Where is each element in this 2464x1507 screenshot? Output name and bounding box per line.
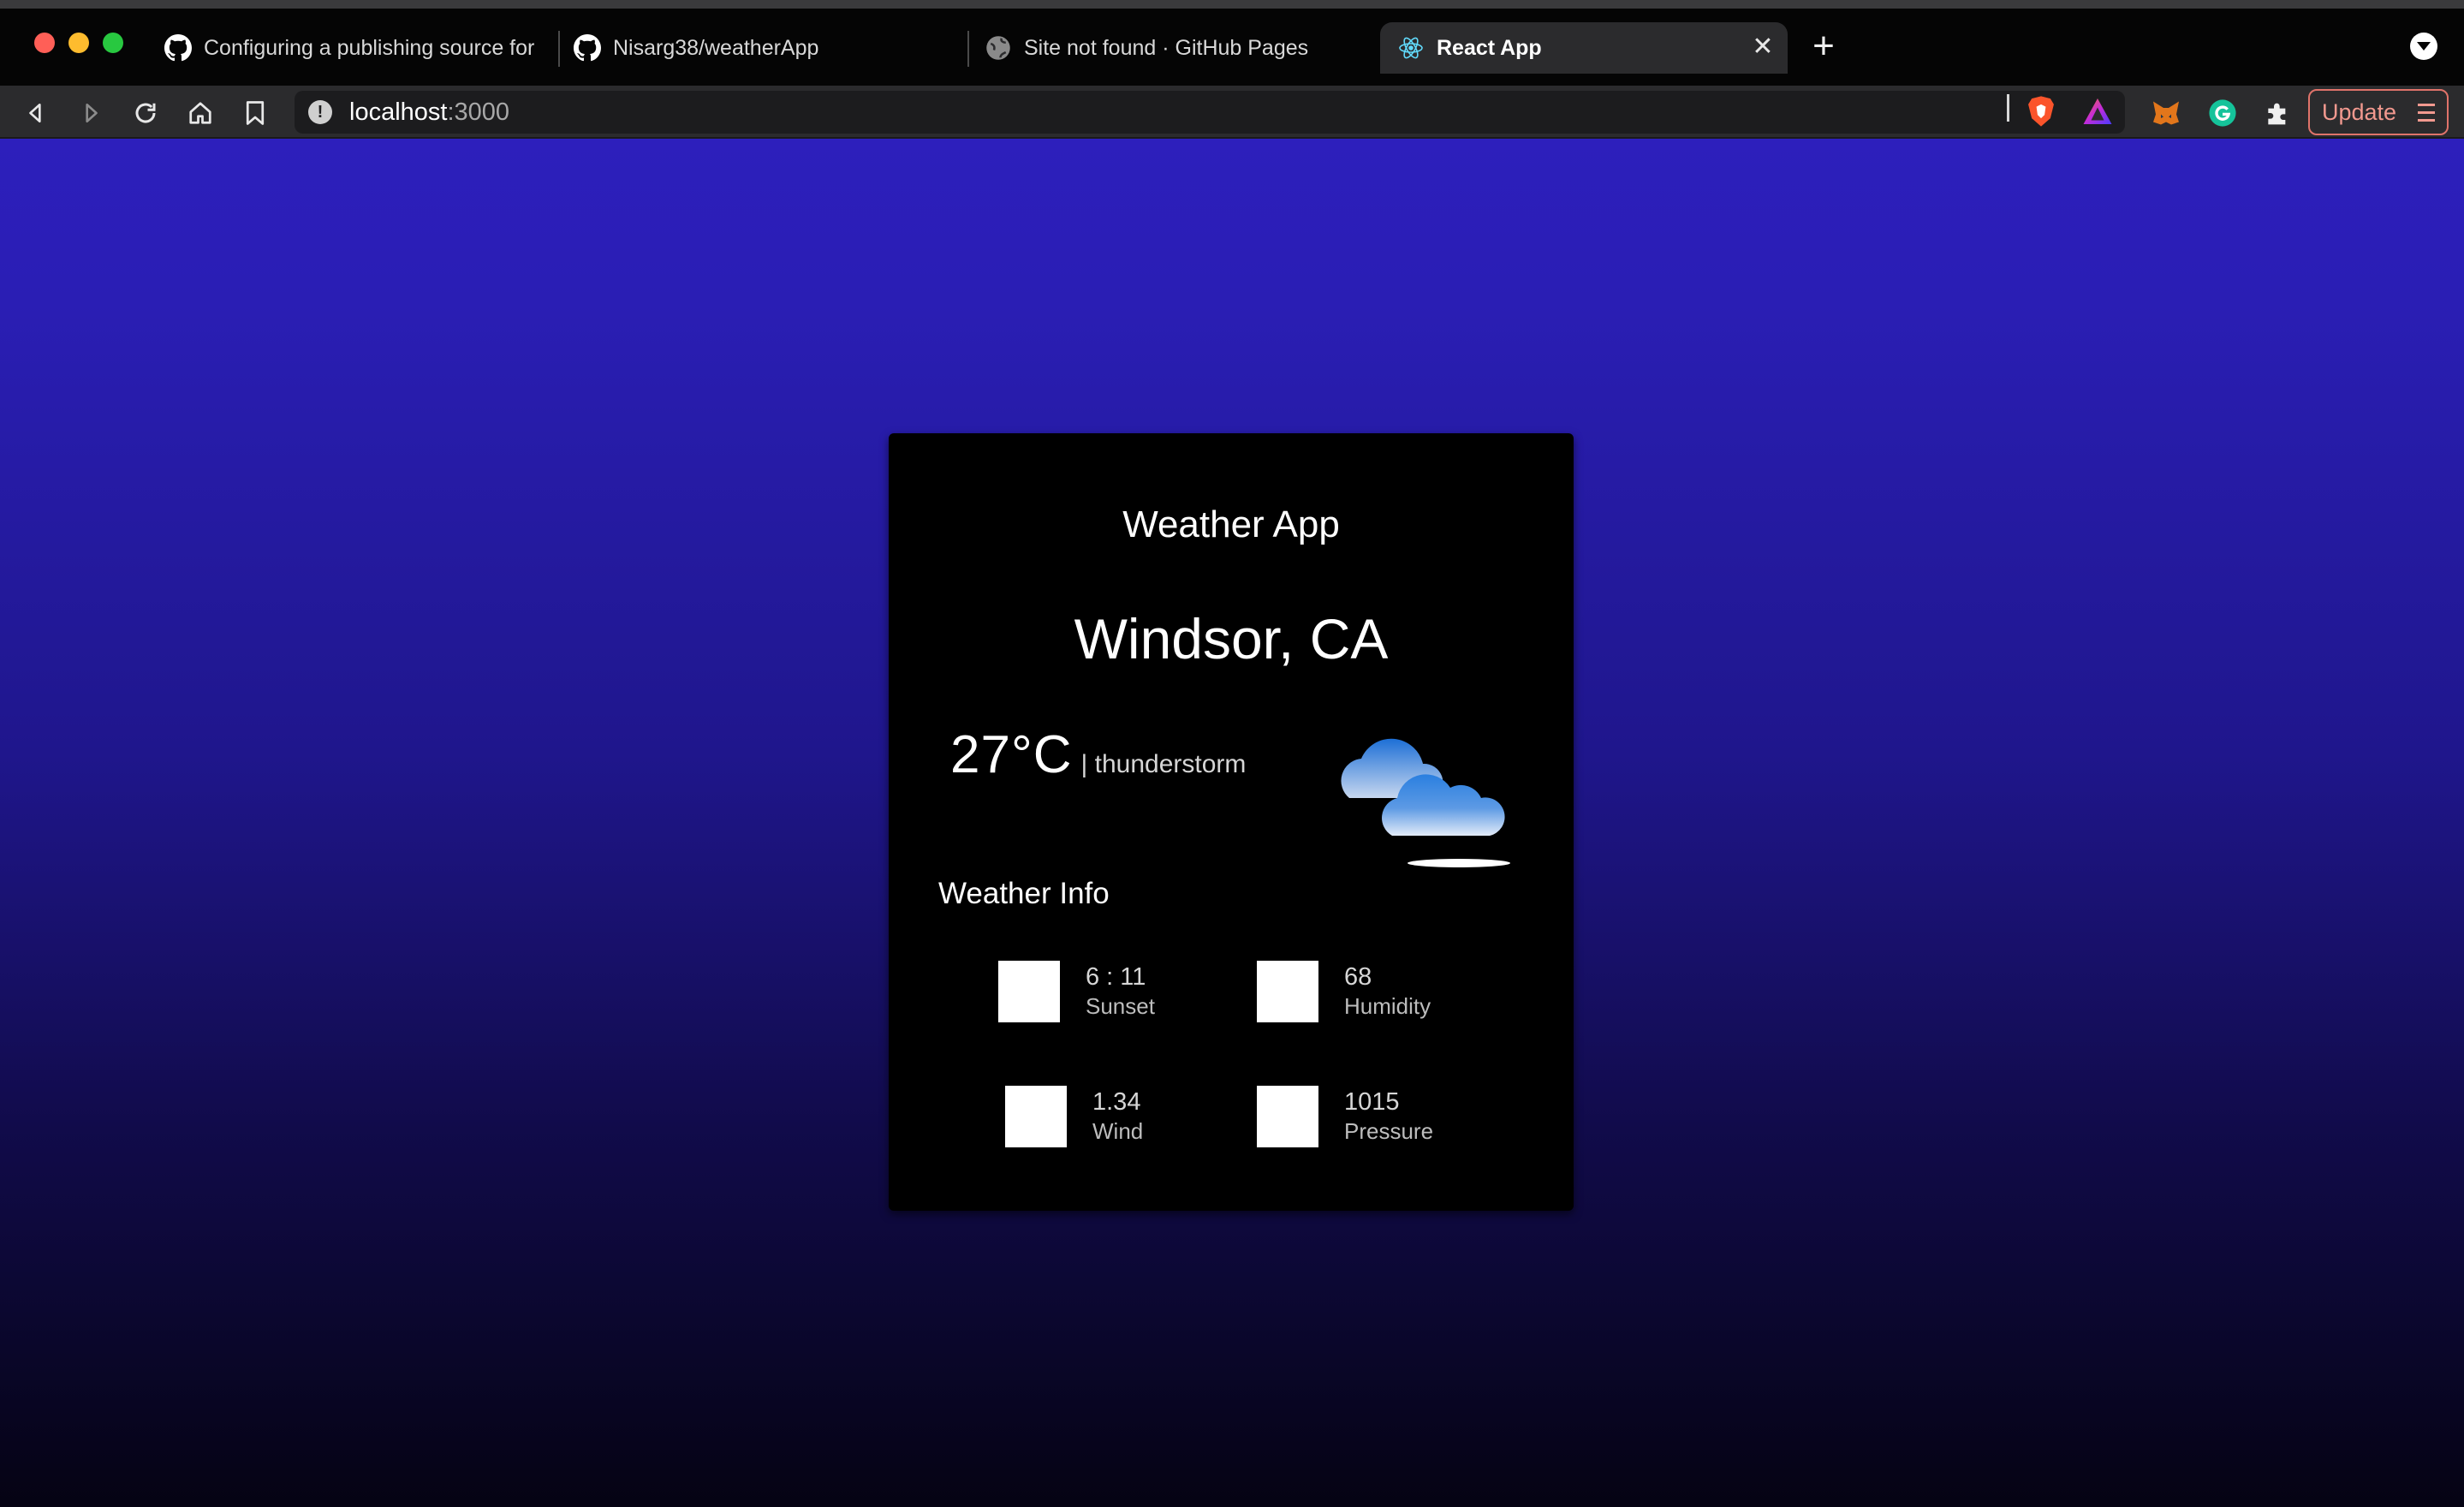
brave-rewards-button[interactable] <box>2080 92 2115 130</box>
minimize-window-button[interactable] <box>68 33 89 53</box>
url-port: :3000 <box>447 98 510 126</box>
tab-weatherapp-repo[interactable]: Nisarg38/weatherApp <box>556 22 959 74</box>
new-tab-button[interactable]: + <box>1806 27 1841 65</box>
hamburger-menu-icon <box>2418 103 2435 122</box>
temperature-value: 27°C <box>950 725 1073 784</box>
cloud-icon <box>1334 707 1522 879</box>
app-title: Weather App <box>1122 503 1340 545</box>
pressure-value: 1015 <box>1344 1088 1400 1116</box>
tab-label: React App <box>1437 35 1542 60</box>
address-divider <box>2007 94 2009 122</box>
location-title: Windsor, CA <box>1074 607 1389 670</box>
wind-value: 1.34 <box>1092 1088 1141 1116</box>
home-icon <box>189 102 211 124</box>
forward-button[interactable] <box>74 96 108 130</box>
bookmark-icon <box>246 101 265 125</box>
tab-label: Site not found · GitHub Pages <box>1024 35 1309 60</box>
rewards-triangle-icon <box>2083 98 2112 124</box>
wind-info: 1.34 Wind <box>1005 1086 1143 1147</box>
pressure-icon <box>1257 1086 1318 1147</box>
sunset-info: 6 : 11 Sunset <box>998 961 1155 1022</box>
close-tab-icon[interactable]: ✕ <box>1748 33 1777 62</box>
bookmark-button[interactable] <box>238 96 272 130</box>
url-text: localhost:3000 <box>349 98 509 127</box>
github-icon <box>574 34 601 62</box>
weather-info-heading: Weather Info <box>938 877 1110 910</box>
humidity-label: Humidity <box>1344 993 1431 1019</box>
weather-card: Weather App Windsor, CA 27°C | thunderst… <box>889 433 1574 1211</box>
weather-condition: | thunderstorm <box>1080 750 1247 778</box>
grammarly-icon <box>2209 99 2236 127</box>
update-button[interactable]: Update <box>2308 89 2449 135</box>
wind-label: Wind <box>1092 1118 1144 1144</box>
brave-lion-icon <box>2028 96 2054 127</box>
page-viewport: Weather App Windsor, CA 27°C | thunderst… <box>0 139 2464 1507</box>
home-button[interactable] <box>183 96 217 130</box>
humidity-info: 68 Humidity <box>1257 961 1431 1022</box>
globe-icon <box>985 34 1012 62</box>
tab-label: Configuring a publishing source for <box>204 35 535 60</box>
pressure-label: Pressure <box>1344 1118 1434 1144</box>
tab-label: Nisarg38/weatherApp <box>613 35 819 60</box>
sunset-label: Sunset <box>1086 993 1155 1019</box>
brave-shields-button[interactable] <box>2024 92 2058 130</box>
temperature-row: 27°C | thunderstorm <box>950 724 1246 785</box>
github-icon <box>164 34 192 62</box>
browser-toolbar: ! localhost:3000 Update <box>0 86 2464 139</box>
reload-icon <box>135 103 156 123</box>
puzzle-icon <box>2268 103 2286 125</box>
tab-site-not-found[interactable]: Site not found · GitHub Pages <box>967 22 1370 74</box>
metamask-fox-icon <box>2153 101 2179 125</box>
tab-configuring-publishing-source[interactable]: Configuring a publishing source for <box>147 22 555 74</box>
reload-button[interactable] <box>128 96 163 130</box>
site-info-icon[interactable]: ! <box>308 100 332 124</box>
wind-icon <box>1005 1086 1067 1147</box>
forward-icon <box>86 103 98 123</box>
update-label: Update <box>2322 98 2397 125</box>
browser-titlebar: Configuring a publishing source for Nisa… <box>0 0 2464 86</box>
tab-react-app[interactable]: React App ✕ <box>1380 22 1788 74</box>
url-host: localhost <box>349 98 448 126</box>
back-icon <box>29 103 41 123</box>
sunset-icon <box>998 961 1060 1022</box>
humidity-value: 68 <box>1344 963 1372 991</box>
react-icon <box>1397 34 1425 62</box>
back-button[interactable] <box>19 96 53 130</box>
close-window-button[interactable] <box>34 33 55 53</box>
address-bar[interactable]: ! localhost:3000 <box>295 91 2125 134</box>
pressure-info: 1015 Pressure <box>1257 1086 1433 1147</box>
sunset-value: 6 : 11 <box>1086 963 1146 991</box>
extensions-button[interactable] <box>2260 96 2294 130</box>
tab-search-menu-button[interactable] <box>2410 33 2437 60</box>
humidity-icon <box>1257 961 1318 1022</box>
zoom-window-button[interactable] <box>103 33 123 53</box>
metamask-extension-button[interactable] <box>2149 96 2183 130</box>
grammarly-extension-button[interactable] <box>2205 96 2240 130</box>
